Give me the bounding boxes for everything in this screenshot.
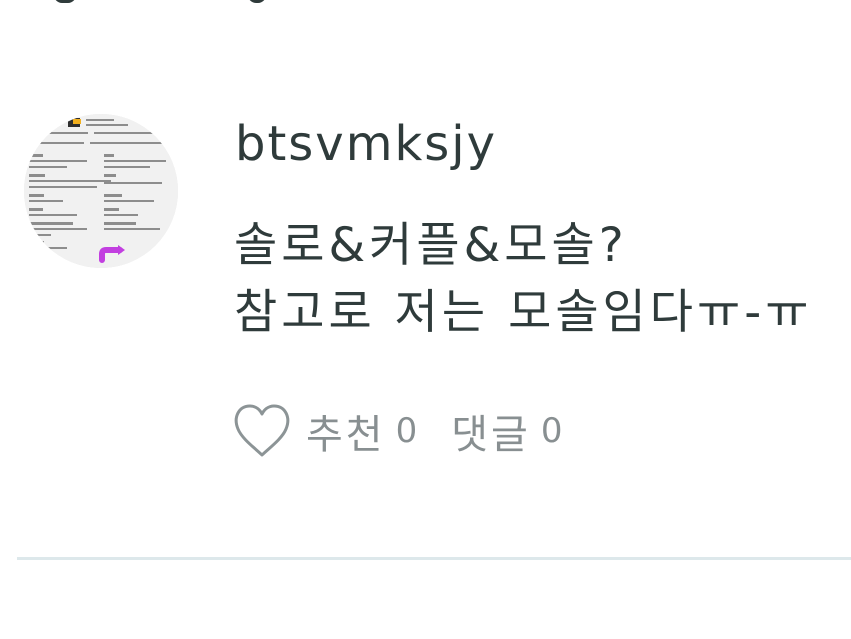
post-actions: 추천 0 댓글 0 [232,400,563,462]
post-content-line-2: 참고로 저는 모솔임다ㅠ-ㅠ [234,285,813,340]
heart-outline-icon[interactable] [232,402,292,460]
recommend-count-button[interactable]: 추천 0 [306,402,417,460]
post-content: 솔로&커플&모솔? 참고로 저는 모솔임다ㅠ-ㅠ [234,212,824,346]
post-card: btsvmksjy 솔로&커플&모솔? 참고로 저는 모솔임다ㅠ-ㅠ 추천 0 … [0,0,851,639]
comment-count-button[interactable]: 댓글 0 [451,402,562,460]
post-divider [17,557,851,560]
comment-count: 0 [540,411,563,451]
post-content-line-1: 솔로&커플&모솔? [234,218,628,273]
comment-label: 댓글 [451,412,531,458]
recommend-count: 0 [395,411,418,451]
avatar-document-thumbnail-icon [24,114,178,268]
username[interactable]: btsvmksjy [235,120,497,168]
recommend-label: 추천 [306,412,386,458]
avatar[interactable] [24,114,178,268]
